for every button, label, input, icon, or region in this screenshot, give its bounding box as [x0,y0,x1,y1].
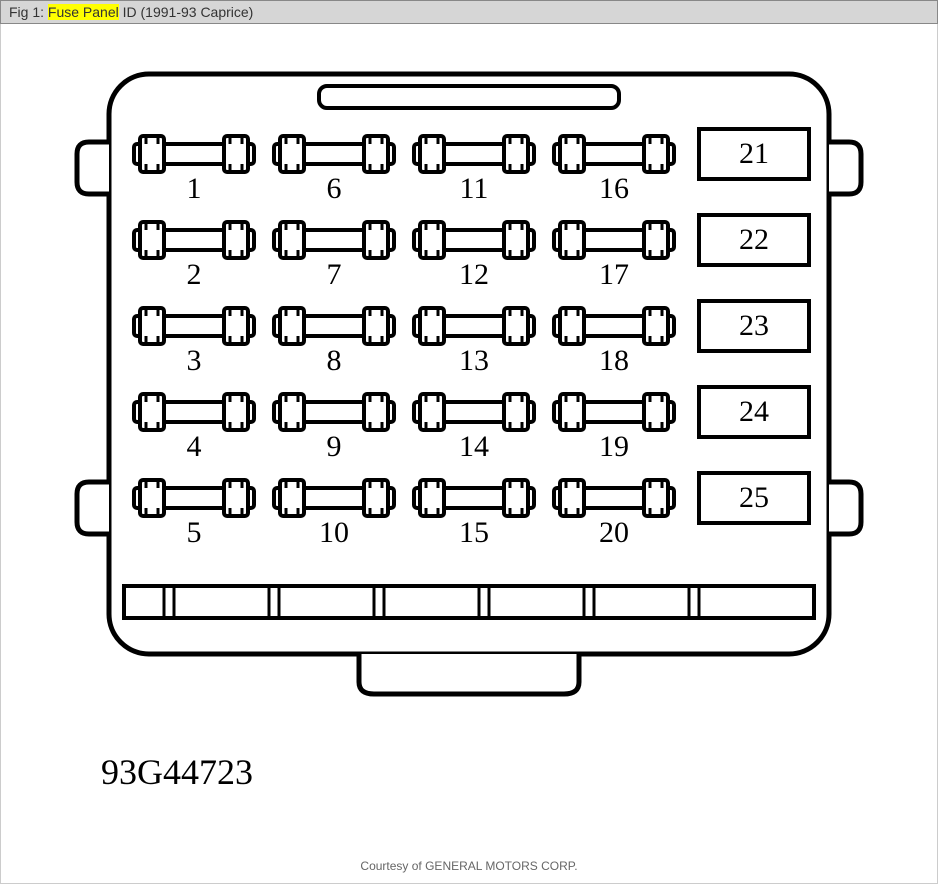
fuse-label-8: 8 [309,344,359,378]
fuse-label-19: 19 [589,430,639,464]
fuse-label-14: 14 [449,430,499,464]
fuse-label-4: 4 [169,430,219,464]
fuse-label-2: 2 [169,258,219,292]
fuse-label-15: 15 [449,516,499,550]
figure-area: 1 2 3 4 5 6 7 8 9 10 11 12 13 14 15 16 1… [0,24,938,884]
credit-line: Courtesy of GENERAL MOTORS CORP. [1,859,937,873]
fuse-label-7: 7 [309,258,359,292]
fuse-panel-diagram: 1 2 3 4 5 6 7 8 9 10 11 12 13 14 15 16 1… [49,64,889,704]
fuse-label-11: 11 [449,172,499,206]
relay-label-22: 22 [714,223,794,257]
reference-code: 93G44723 [101,751,253,793]
fuse-label-10: 10 [309,516,359,550]
fuse-label-17: 17 [589,258,639,292]
relay-label-23: 23 [714,309,794,343]
fuse-label-3: 3 [169,344,219,378]
fuse-label-16: 16 [589,172,639,206]
relay-label-21: 21 [714,137,794,171]
fuse-label-5: 5 [169,516,219,550]
fuse-label-12: 12 [449,258,499,292]
fuse-label-9: 9 [309,430,359,464]
fuse-label-1: 1 [169,172,219,206]
fuse-label-20: 20 [589,516,639,550]
header-prefix: Fig 1: [9,4,48,20]
figure-header: Fig 1: Fuse Panel ID (1991-93 Caprice) [0,0,938,24]
header-suffix: ID (1991-93 Caprice) [119,4,254,20]
fuse-label-18: 18 [589,344,639,378]
header-highlight: Fuse Panel [48,4,119,20]
relay-label-25: 25 [714,481,794,515]
fuse-label-6: 6 [309,172,359,206]
relay-label-24: 24 [714,395,794,429]
fuse-label-13: 13 [449,344,499,378]
